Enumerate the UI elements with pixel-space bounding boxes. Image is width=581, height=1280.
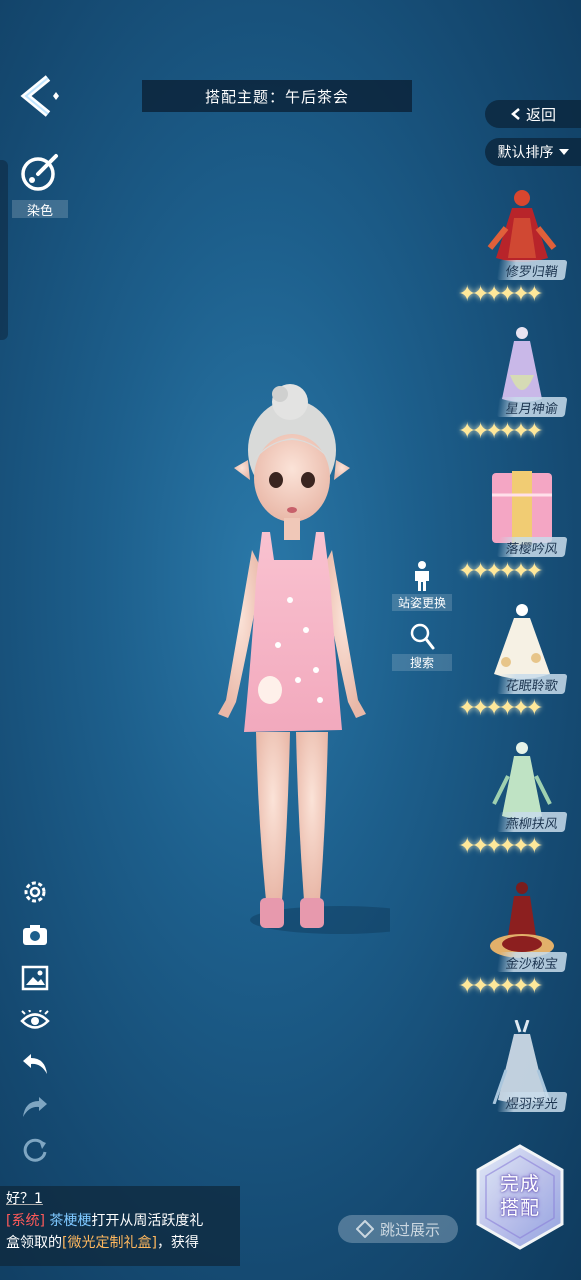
outfit-item[interactable]: 燕柳扶风 ✦✦✦✦✦✦ bbox=[458, 740, 576, 880]
skip-label: 跳过展示 bbox=[379, 1220, 440, 1239]
outfit-name: 金沙秘宝 bbox=[496, 952, 568, 972]
return-button[interactable]: 返回 bbox=[485, 100, 581, 128]
finish-label-line2: 搭配 bbox=[499, 1197, 540, 1219]
left-edge-panel bbox=[0, 160, 8, 340]
sort-label: 默认排序 bbox=[497, 145, 554, 161]
search-label: 搜索 bbox=[392, 654, 452, 671]
pose-change-label: 站姿更换 bbox=[392, 594, 452, 611]
eye-visibility-icon[interactable] bbox=[18, 1004, 52, 1038]
person-icon bbox=[415, 561, 429, 591]
chat-text: 打开从周活跃度礼 bbox=[91, 1213, 204, 1229]
reset-icon[interactable] bbox=[18, 1133, 52, 1167]
camera-icon[interactable] bbox=[18, 918, 52, 952]
outfit-item[interactable]: 落樱吟风 ✦✦✦✦✦✦ bbox=[458, 465, 576, 605]
star-rating: ✦✦✦✦✦✦ bbox=[458, 419, 544, 444]
settings-gear-icon[interactable] bbox=[18, 875, 52, 909]
outfit-name: 燕柳扶风 bbox=[496, 812, 568, 832]
outfit-item[interactable]: 煜羽浮光 bbox=[458, 1020, 576, 1136]
outfit-name: 煜羽浮光 bbox=[496, 1092, 568, 1112]
outfit-item[interactable]: 金沙秘宝 ✦✦✦✦✦✦ bbox=[458, 880, 576, 1020]
chat-text: 盒领取的 bbox=[6, 1235, 62, 1251]
outfit-theme-title: 搭配主题：午后茶会 bbox=[142, 80, 412, 112]
outfit-item[interactable]: 花眠聆歌 ✦✦✦✦✦✦ bbox=[458, 602, 576, 742]
chat-system-tag: [系统] bbox=[6, 1213, 45, 1229]
diamond-icon bbox=[355, 1220, 374, 1238]
gallery-image-icon[interactable] bbox=[18, 961, 52, 995]
star-rating: ✦✦✦✦✦✦ bbox=[458, 282, 544, 307]
caret-down-icon bbox=[558, 149, 569, 155]
chat-prev-line: 好？1 bbox=[6, 1191, 43, 1207]
star-rating: ✦✦✦✦✦✦ bbox=[458, 834, 544, 859]
theme-text: 搭配主题：午后茶会 bbox=[204, 87, 349, 106]
search-button[interactable]: 搜索 bbox=[392, 622, 452, 671]
back-arrow-icon[interactable] bbox=[18, 72, 62, 120]
outfit-name: 修罗归鞘 bbox=[496, 260, 568, 280]
finish-outfit-button[interactable]: 完成 搭配 bbox=[470, 1142, 570, 1252]
star-rating: ✦✦✦✦✦✦ bbox=[458, 974, 544, 999]
chat-box[interactable]: 好？1 [系统] 茶梗梗打开从周活跃度礼 盒领取的[微光定制礼盒]，获得 bbox=[0, 1186, 240, 1266]
outfit-name: 落樱吟风 bbox=[496, 537, 568, 557]
chevron-left-icon bbox=[511, 108, 520, 120]
chat-username[interactable]: 茶梗梗 bbox=[49, 1213, 91, 1229]
chat-gift-link[interactable]: [微光定制礼盒] bbox=[62, 1235, 157, 1251]
dye-icon[interactable] bbox=[18, 150, 62, 194]
sort-dropdown[interactable]: 默认排序 bbox=[485, 138, 581, 166]
character-model[interactable] bbox=[200, 380, 430, 970]
return-label: 返回 bbox=[525, 105, 556, 124]
finish-label-line1: 完成 bbox=[499, 1173, 540, 1195]
redo-icon[interactable] bbox=[18, 1090, 52, 1124]
outfit-item[interactable]: 修罗归鞘 ✦✦✦✦✦✦ bbox=[458, 188, 576, 328]
outfit-name: 星月神谕 bbox=[496, 397, 568, 417]
star-rating: ✦✦✦✦✦✦ bbox=[458, 696, 544, 721]
outfit-item[interactable]: 星月神谕 ✦✦✦✦✦✦ bbox=[458, 325, 576, 465]
chat-text: ，获得 bbox=[156, 1235, 199, 1251]
skip-showcase-button[interactable]: 跳过展示 bbox=[338, 1215, 458, 1243]
undo-icon[interactable] bbox=[18, 1047, 52, 1081]
outfit-name: 花眠聆歌 bbox=[496, 674, 568, 694]
pose-change-button[interactable]: 站姿更换 bbox=[392, 560, 452, 611]
search-icon bbox=[410, 623, 435, 650]
dye-label[interactable]: 染色 bbox=[12, 200, 68, 219]
star-rating: ✦✦✦✦✦✦ bbox=[458, 559, 544, 584]
